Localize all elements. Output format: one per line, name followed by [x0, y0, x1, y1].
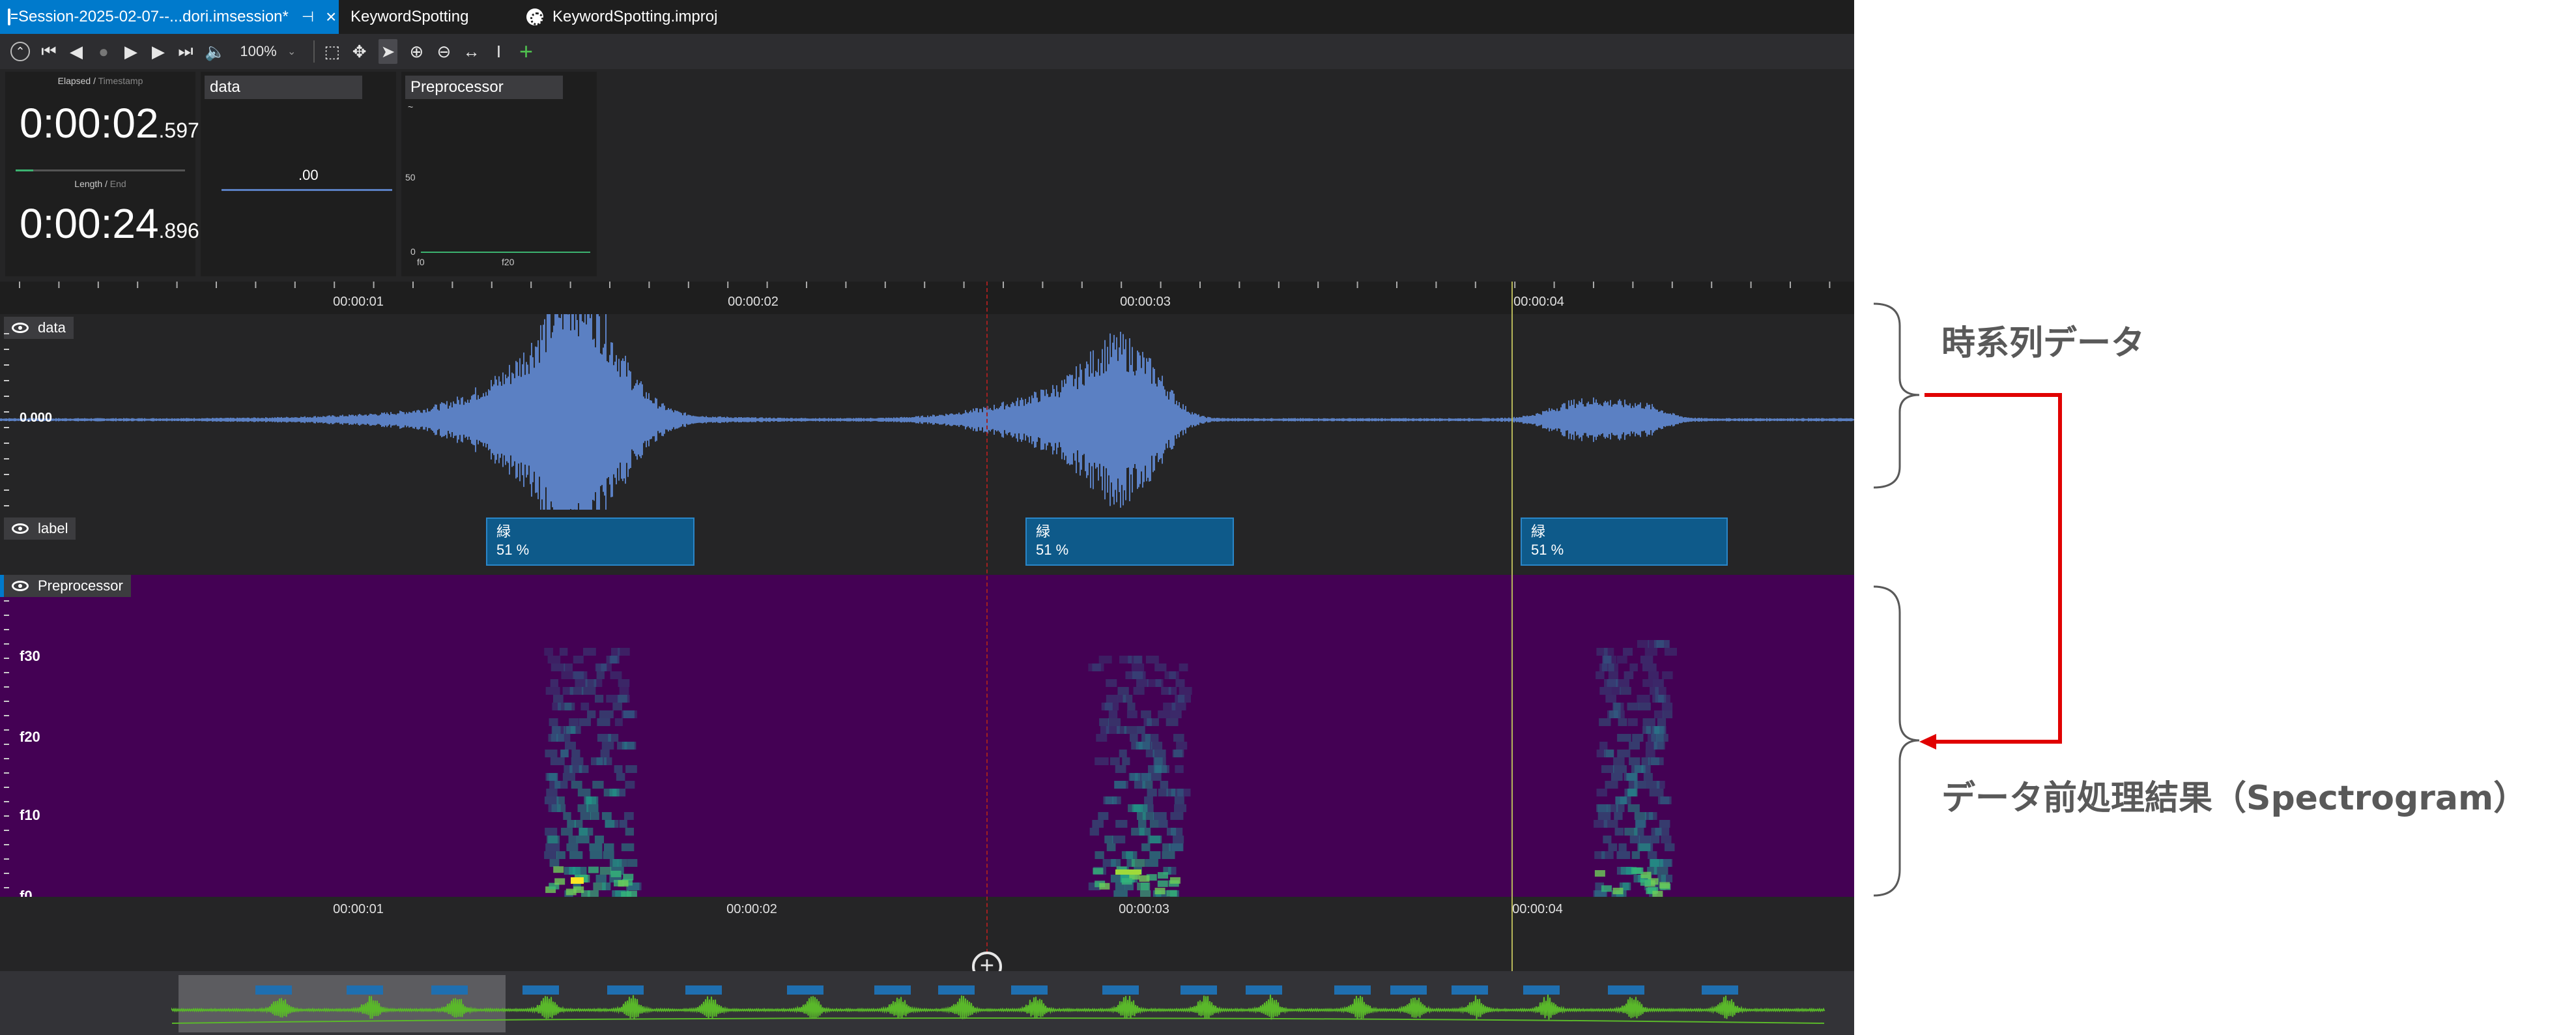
pan-icon[interactable]: ✥: [351, 39, 368, 64]
timeline-ruler[interactable]: 00:00:01 00:00:02 00:00:03 00:00:04: [0, 282, 1854, 314]
timestamp-label: Timestamp: [98, 76, 143, 86]
label-track-name: label: [38, 520, 68, 536]
elapsed-time: 0:00:02.597: [20, 100, 199, 147]
step-back-icon[interactable]: ◀: [68, 39, 85, 64]
pre-axis-mid: 50: [405, 172, 416, 182]
label-segment[interactable]: 緑 51 %: [486, 518, 694, 566]
label-track-badge[interactable]: label: [4, 518, 76, 540]
skip-end-icon[interactable]: ⏭: [177, 39, 194, 64]
chevron-down-icon[interactable]: ⌄: [283, 39, 300, 64]
zoom-out-icon[interactable]: ⊖: [435, 39, 452, 64]
length-label-row: Length / End: [74, 179, 126, 189]
data-zero-label: 0.000: [20, 411, 53, 425]
document-tab-bar: Session-2025-02-07--...dori.imsession* ⊣…: [0, 0, 1854, 34]
document-icon: [8, 8, 18, 25]
tab-session[interactable]: Session-2025-02-07--...dori.imsession* ⊣…: [0, 0, 339, 34]
zoom-level[interactable]: 100%: [240, 43, 276, 60]
progress-fill: [16, 169, 34, 171]
imagimob-studio-window: Session-2025-02-07--...dori.imsession* ⊣…: [0, 0, 1854, 1035]
label-track[interactable]: label 緑 51 % 緑 51 % 緑 51 %: [0, 510, 1854, 575]
skip-start-icon[interactable]: ⏮: [40, 39, 57, 64]
annotation-preprocess: データ前処理結果（Spectrogram）: [1941, 779, 2528, 818]
ruler-tick-1: 00:00:01: [333, 295, 384, 309]
toolbar-divider: [313, 40, 315, 63]
annotation-timeseries: 時系列データ: [1941, 324, 2145, 363]
tab-session-label: Session-2025-02-07--...dori.imsession*: [18, 8, 289, 25]
bottom-tick-3: 00:00:03: [1119, 902, 1169, 916]
end-label: End: [109, 179, 126, 189]
elapsed-label: Elapsed: [57, 76, 91, 86]
data-panel-title: data: [205, 76, 362, 99]
spectrogram-image: [4, 600, 1677, 897]
eye-icon[interactable]: [12, 523, 29, 534]
tab-keywordspotting-label: KeywordSpotting: [351, 8, 469, 25]
bottom-tick-2: 00:00:02: [726, 902, 777, 916]
tab-project[interactable]: KeywordSpotting.improj: [526, 0, 717, 34]
overview-waveform: [171, 985, 1825, 1024]
elapsed-label-row: Elapsed / Timestamp: [57, 76, 143, 86]
label-segment[interactable]: 緑 51 %: [1025, 518, 1234, 566]
pre-panel-line: [421, 252, 590, 253]
close-icon[interactable]: ×: [326, 7, 336, 27]
pre-axis-zero: 0: [410, 246, 416, 257]
preprocessor-panel-title: Preprocessor: [405, 76, 563, 99]
step-forward-icon[interactable]: ▶: [150, 39, 167, 64]
length-time: 0:00:24.896: [20, 200, 199, 247]
project-icon: [526, 8, 543, 25]
fit-width-icon[interactable]: ↔: [463, 39, 479, 64]
overview-strip[interactable]: [0, 971, 1854, 1035]
data-track[interactable]: data 0.000: [0, 314, 1854, 510]
play-icon[interactable]: ▶: [122, 39, 139, 64]
length-label: Length: [74, 179, 103, 189]
data-waveform: [0, 314, 1854, 510]
bottom-tick-4: 00:00:04: [1512, 902, 1563, 916]
volume-icon[interactable]: 🔈: [205, 39, 225, 64]
zoom-region-icon[interactable]: ⬚: [324, 39, 341, 64]
data-panel-line: [222, 189, 392, 191]
zoom-in-icon[interactable]: ⊕: [408, 39, 425, 64]
label-segment[interactable]: 緑 51 %: [1521, 518, 1728, 566]
bottom-tick-1: 00:00:01: [333, 902, 384, 916]
time-panel: Elapsed / Timestamp 0:00:02.597 Length /…: [5, 72, 199, 276]
pre-axis-top: ~: [408, 102, 414, 112]
preprocessor-preview-panel: Preprocessor ~ 50 0 f0 f20: [401, 72, 597, 276]
ruler-tick-3: 00:00:03: [1120, 295, 1171, 309]
pre-x-mid: f20: [502, 257, 515, 267]
selection-marker[interactable]: [1511, 282, 1513, 972]
playhead-cursor[interactable]: [986, 282, 988, 972]
data-panel-value: .00: [298, 167, 319, 183]
pin-icon[interactable]: ⊣: [302, 8, 314, 25]
pointer-icon[interactable]: ➤: [378, 39, 398, 64]
record-icon[interactable]: ●: [95, 39, 112, 64]
tab-keywordspotting[interactable]: KeywordSpotting: [351, 0, 468, 34]
timeline-ruler-bottom[interactable]: 00:00:01 00:00:02 00:00:03 00:00:04: [0, 897, 1854, 926]
data-preview-panel: data .00: [201, 72, 396, 276]
ruler-tick-4: 00:00:04: [1513, 295, 1564, 309]
spectrogram-track[interactable]: Preprocessor f30 f20 f10 f0: [0, 575, 1854, 897]
collapse-icon[interactable]: ⌃: [10, 42, 30, 61]
annotation-brackets: [1873, 302, 2062, 897]
ruler-ticks: [19, 282, 1831, 288]
playback-toolbar: ⌃ ⏮ ◀ ● ▶ ▶ ⏭ 🔈 100% ⌄ ⬚ ✥ ➤ ⊕ ⊖ ↔ I +: [0, 34, 1854, 69]
tab-project-label: KeywordSpotting.improj: [552, 8, 718, 25]
progress-bar: [16, 169, 185, 171]
ruler-tick-2: 00:00:02: [728, 295, 779, 309]
add-track-icon[interactable]: +: [517, 38, 534, 65]
pre-x-left: f0: [417, 257, 425, 267]
text-cursor-icon[interactable]: I: [490, 39, 507, 64]
